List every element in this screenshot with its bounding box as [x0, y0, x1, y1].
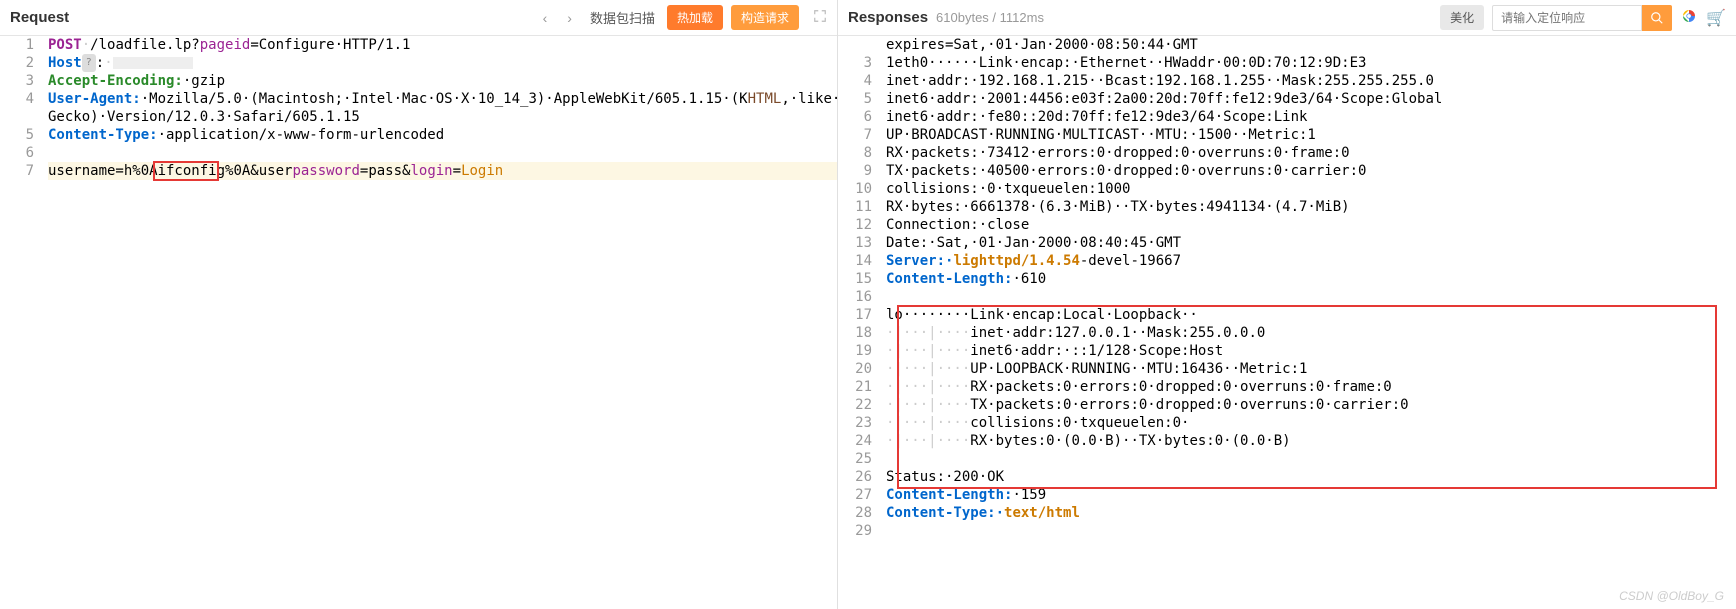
request-panel: Request ‹ › 数据包扫描 热加载 构造请求 1POST·/loadfi…: [0, 0, 838, 609]
response-line: 14Server:·lighttpd/1.4.54-devel-19667: [838, 252, 1736, 270]
content-type-header: Content-Type:: [48, 127, 158, 143]
response-line: 19·|···|····inet6·addr:·::1/128·Scope:Ho…: [838, 342, 1736, 360]
response-line: 25: [838, 450, 1736, 468]
next-arrow-icon[interactable]: ›: [561, 10, 578, 26]
cart-icon[interactable]: 🛒: [1706, 8, 1726, 28]
user-agent-header: User-Agent:: [48, 91, 141, 107]
response-line: 29: [838, 522, 1736, 540]
redacted-host: [113, 57, 193, 69]
response-line: 11RX·bytes:·6661378·(6.3·MiB)··TX·bytes:…: [838, 198, 1736, 216]
response-line: 12Connection:·close: [838, 216, 1736, 234]
response-line: expires=Sat,·01·Jan·2000·08:50:44·GMT: [838, 36, 1736, 54]
prev-arrow-icon[interactable]: ‹: [537, 10, 554, 26]
response-line: 5inet6·addr:·2001:4456:e03f:2a00:20d:70f…: [838, 90, 1736, 108]
response-panel: Responses 610bytes / 1112ms 美化 🛒 expires…: [838, 0, 1736, 609]
response-line: 21·|···|····RX·packets:0·errors:0·droppe…: [838, 378, 1736, 396]
expand-icon[interactable]: [813, 9, 827, 26]
response-line: 15Content-Length:·610: [838, 270, 1736, 288]
injected-command: ifconfig: [158, 163, 225, 179]
response-line: 27Content-Length:·159: [838, 486, 1736, 504]
response-stats: 610bytes / 1112ms: [936, 10, 1044, 25]
response-header: Responses 610bytes / 1112ms 美化 🛒: [838, 0, 1736, 36]
response-line: 13Date:·Sat,·01·Jan·2000·08:40:45·GMT: [838, 234, 1736, 252]
scan-link[interactable]: 数据包扫描: [586, 8, 659, 27]
response-line: 22·|···|····TX·packets:0·errors:0·droppe…: [838, 396, 1736, 414]
response-line: 17lo········Link·encap:Local·Loopback··: [838, 306, 1736, 324]
response-line: 16: [838, 288, 1736, 306]
response-line: 9TX·packets:·40500·errors:0·dropped:0·ov…: [838, 162, 1736, 180]
response-line: 18·|···|····inet·addr:127.0.0.1··Mask:25…: [838, 324, 1736, 342]
search-input[interactable]: [1492, 5, 1642, 31]
request-header: Request ‹ › 数据包扫描 热加载 构造请求: [0, 0, 837, 36]
response-line: 28Content-Type:·text/html: [838, 504, 1736, 522]
response-code[interactable]: expires=Sat,·01·Jan·2000·08:50:44·GMT31e…: [838, 36, 1736, 609]
response-line: 8RX·packets:·73412·errors:0·dropped:0·ov…: [838, 144, 1736, 162]
request-code[interactable]: 1POST·/loadfile.lp?pageid=Configure·HTTP…: [0, 36, 837, 609]
response-title: Responses: [848, 9, 928, 26]
response-search: [1492, 5, 1672, 31]
response-line: 23·|···|····collisions:0·txqueuelen:0·: [838, 414, 1736, 432]
build-request-button[interactable]: 构造请求: [731, 5, 799, 30]
request-title: Request: [10, 9, 69, 26]
response-line: 10collisions:·0·txqueuelen:1000: [838, 180, 1736, 198]
response-line: 6inet6·addr:·fe80::20d:70ff:fe12:9de3/64…: [838, 108, 1736, 126]
response-line: 4inet·addr:·192.168.1.215··Bcast:192.168…: [838, 72, 1736, 90]
response-line: 31eth0······Link·encap:·Ethernet··HWaddr…: [838, 54, 1736, 72]
unknown-box-icon: ?: [82, 54, 96, 72]
chrome-icon[interactable]: [1680, 7, 1698, 28]
search-button[interactable]: [1642, 5, 1672, 31]
hot-load-button[interactable]: 热加载: [667, 5, 723, 30]
host-header: Host: [48, 55, 82, 71]
beautify-button[interactable]: 美化: [1440, 5, 1484, 30]
response-line: 26Status:·200·OK: [838, 468, 1736, 486]
response-line: 7UP·BROADCAST·RUNNING·MULTICAST··MTU:·15…: [838, 126, 1736, 144]
response-line: 20·|···|····UP·LOOPBACK·RUNNING··MTU:164…: [838, 360, 1736, 378]
response-line: 24·|···|····RX·bytes:0·(0.0·B)··TX·bytes…: [838, 432, 1736, 450]
accept-encoding-header: Accept-Encoding:: [48, 73, 183, 89]
http-method: POST: [48, 37, 82, 53]
